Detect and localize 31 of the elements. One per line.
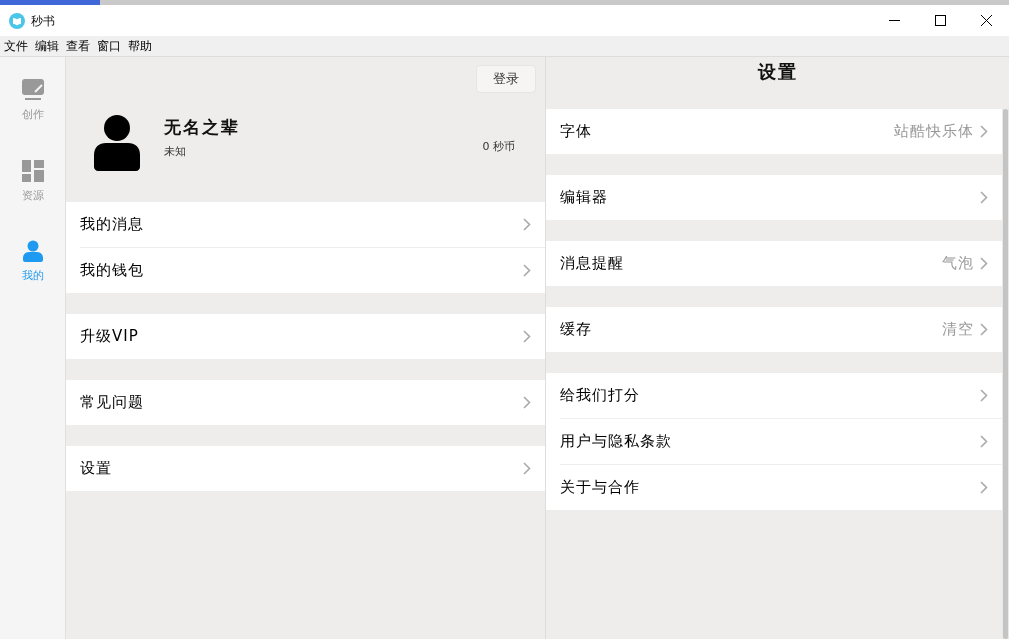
menu-item[interactable]: 文件 — [0, 36, 31, 56]
chevron-right-icon — [980, 191, 988, 204]
user-status: 未知 — [164, 143, 187, 160]
chevron-right-icon — [523, 330, 531, 343]
menu-item[interactable]: 编辑 — [31, 36, 62, 56]
close-icon — [980, 15, 992, 26]
avatar-icon — [94, 115, 140, 171]
maximize-icon — [934, 15, 946, 26]
tablet-pen-icon — [21, 77, 45, 101]
chevron-right-icon — [980, 323, 988, 336]
settings-title: 设置 — [757, 60, 798, 84]
chevron-right-icon — [980, 435, 988, 448]
chevron-right-icon — [980, 125, 988, 138]
user-name: 无名之辈 — [164, 116, 240, 139]
menu-item[interactable]: 窗口 — [93, 36, 124, 56]
login-button[interactable]: 登录 — [476, 65, 536, 93]
coin-balance: 0 秒币 — [482, 139, 515, 155]
window-title: 秒书 — [31, 12, 55, 30]
chevron-right-icon — [980, 481, 988, 494]
menu-item[interactable]: 帮助 — [124, 36, 155, 56]
chevron-right-icon — [523, 264, 531, 277]
chevron-right-icon — [523, 396, 531, 409]
chevron-right-icon — [523, 218, 531, 231]
chevron-right-icon — [980, 257, 988, 270]
app-logo-icon — [9, 12, 25, 29]
person-icon — [23, 240, 43, 262]
chevron-right-icon — [523, 462, 531, 475]
menu-item[interactable]: 查看 — [62, 36, 93, 56]
chevron-right-icon — [980, 389, 988, 402]
scrollbar[interactable] — [1002, 109, 1009, 639]
grid-icon — [22, 159, 44, 182]
